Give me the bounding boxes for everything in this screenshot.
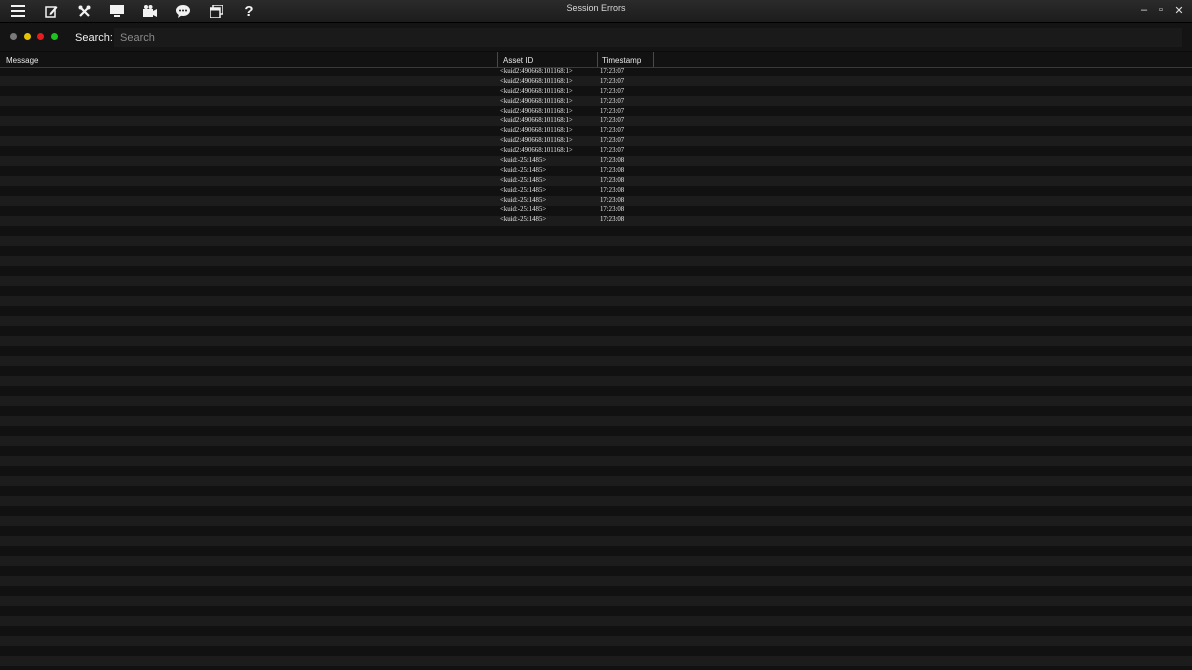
asset-id-cell: <kuid2:490668:101168:1> — [500, 97, 573, 105]
table-row[interactable]: Script class: DriverSetupRule<kuid:-25:1… — [0, 167, 1192, 177]
table-row[interactable]: function $void@tttelocomotive::Init(Asse… — [0, 147, 1192, 157]
asset-id-cell: <kuid2:490668:101168:1> — [500, 147, 573, 155]
column-header-asset-id[interactable]: Asset ID — [503, 56, 533, 65]
window-title: Session Errors — [566, 3, 626, 13]
filter-yellow-dot[interactable] — [24, 33, 31, 40]
table-row[interactable]: function $int@tttelocomotive::GetTTTETra… — [0, 117, 1192, 127]
timestamp-cell: 17:23:07 — [600, 107, 625, 115]
table-header: Message Asset ID Timestamp — [0, 52, 1192, 68]
asset-id-cell: <kuid2:490668:101168:1> — [500, 68, 573, 75]
timestamp-cell: 17:23:08 — [600, 166, 625, 174]
title-bar: ? Session Errors – ▫ ✕ — [0, 0, 1192, 23]
search-bar: Search: — [0, 23, 1192, 51]
timestamp-cell: 17:23:08 — [600, 186, 625, 194]
filter-grey-dot[interactable] — [10, 33, 17, 40]
table-row[interactable]: function $void@tttelocomotive::createMen… — [0, 137, 1192, 147]
timestamp-cell: 17:23:07 — [600, 147, 625, 155]
table-row[interactable]: function $void@DriverSetupRule::Configur… — [0, 206, 1192, 216]
search-input[interactable] — [114, 28, 1182, 47]
asset-id-cell: <kuid:-25:1485> — [500, 206, 547, 214]
table-body: File superstub.gse, Line 105, ER_NullRef… — [0, 68, 1192, 226]
minimize-button[interactable]: – — [1137, 4, 1151, 16]
table-row[interactable]: Script callstack<kuid:-25:1485>17:23:08 — [0, 187, 1192, 197]
table-row[interactable]: function $void@tttelocomotive::UpdateInt… — [0, 127, 1192, 137]
column-header-timestamp[interactable]: Timestamp — [602, 56, 641, 65]
table-row[interactable]: MeshObject: <kuid2:490668:101168:1> "Eng… — [0, 88, 1192, 98]
maximize-button[interactable]: ▫ — [1154, 4, 1168, 16]
table-row[interactable]: function $void@GameObject::Exception(str… — [0, 197, 1192, 207]
filter-green-dot[interactable] — [51, 33, 58, 40]
column-header-message[interactable]: Message — [6, 56, 38, 65]
asset-id-cell: <kuid2:490668:101168:1> — [500, 137, 573, 145]
asset-id-cell: <kuid2:490668:101168:1> — [500, 107, 573, 115]
asset-id-cell: <kuid2:490668:101168:1> — [500, 87, 573, 95]
table-row[interactable]: function $void@DriverSetupRule::CreateDr… — [0, 216, 1192, 226]
asset-id-cell: <kuid:-25:1485> — [500, 176, 547, 184]
asset-id-cell: <kuid2:490668:101168:1> — [500, 127, 573, 135]
asset-id-cell: <kuid:-25:1485> — [500, 196, 547, 204]
timestamp-cell: 17:23:07 — [600, 77, 625, 85]
timestamp-cell: 17:23:08 — [600, 157, 625, 165]
table-row[interactable]: Script callstack<kuid2:490668:101168:1>1… — [0, 98, 1192, 108]
column-divider[interactable] — [653, 52, 654, 67]
timestamp-cell: 17:23:07 — [600, 97, 625, 105]
table-row[interactable]: function $Soup@SSVehicle::GetProperties(… — [0, 108, 1192, 118]
column-divider[interactable] — [497, 52, 498, 67]
column-divider[interactable] — [597, 52, 598, 67]
timestamp-cell: 17:23:08 — [600, 196, 625, 204]
timestamp-cell: 17:23:07 — [600, 68, 625, 75]
table-row[interactable]: DriverSetupRule> 1 errors during driver … — [0, 157, 1192, 167]
search-label: Search: — [75, 32, 113, 44]
table-row[interactable]: Object: ScriptableObject{0xc557a4a8; ass… — [0, 177, 1192, 187]
asset-id-cell: <kuid:-25:1485> — [500, 216, 547, 224]
timestamp-cell: 17:23:07 — [600, 117, 625, 125]
close-button[interactable]: ✕ — [1172, 4, 1186, 17]
asset-id-cell: <kuid:-25:1485> — [500, 166, 547, 174]
errors-table: Message Asset ID Timestamp File superstu… — [0, 52, 1192, 670]
asset-id-cell: <kuid:-25:1485> — [500, 157, 547, 165]
timestamp-cell: 17:23:08 — [600, 216, 625, 224]
table-row[interactable]: File superstub.gse, Line 105, ER_NullRef… — [0, 68, 1192, 78]
asset-id-cell: <kuid:-25:1485> — [500, 186, 547, 194]
filter-red-dot[interactable] — [37, 33, 44, 40]
timestamp-cell: 17:23:08 — [600, 176, 625, 184]
timestamp-cell: 17:23:07 — [600, 127, 625, 135]
asset-id-cell: <kuid2:490668:101168:1> — [500, 77, 573, 85]
asset-id-cell: <kuid2:490668:101168:1> — [500, 117, 573, 125]
timestamp-cell: 17:23:07 — [600, 137, 625, 145]
timestamp-cell: 17:23:08 — [600, 206, 625, 214]
timestamp-cell: 17:23:07 — [600, 87, 625, 95]
table-row[interactable]: Script class: VStub<kuid2:490668:101168:… — [0, 78, 1192, 88]
